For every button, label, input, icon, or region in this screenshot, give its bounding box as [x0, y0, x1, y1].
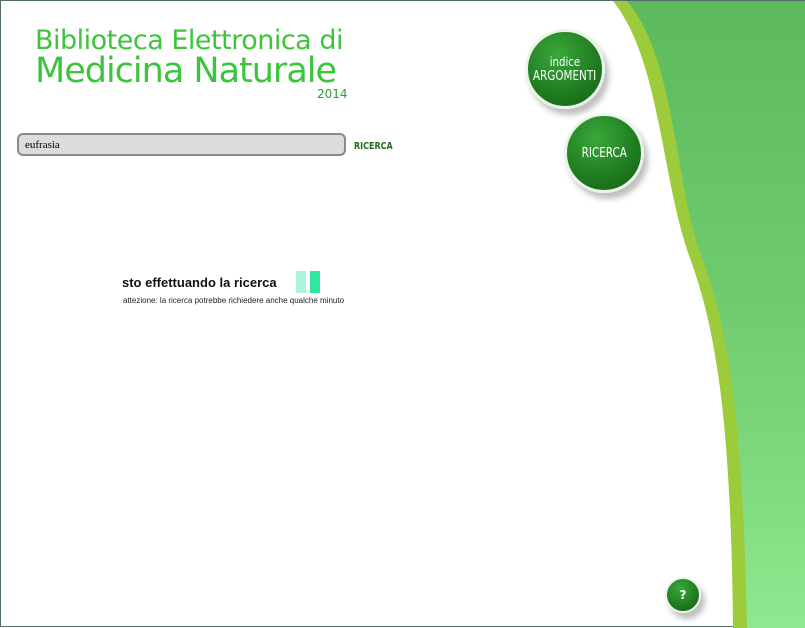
search-input[interactable] — [17, 133, 346, 156]
site-title-year: 2014 — [317, 87, 348, 101]
argomenti-label-line2: ARGOMENTI — [533, 68, 597, 84]
spinner-bar — [310, 271, 320, 293]
argomenti-label-line1: indice — [549, 54, 581, 69]
ricerca-label: RICERCA — [581, 145, 627, 161]
site-title-line2: Medicina Naturale — [35, 51, 337, 91]
status-title: sto effettuando la ricerca — [122, 275, 277, 290]
question-icon: ? — [679, 588, 687, 602]
status-note: attezione: la ricerca potrebbe richieder… — [123, 296, 345, 305]
ricerca-button[interactable]: RICERCA — [564, 113, 644, 193]
spinner-bar — [296, 271, 306, 293]
search-button[interactable]: RICERCA — [354, 141, 393, 152]
indice-argomenti-button[interactable]: indice ARGOMENTI — [525, 29, 605, 109]
decorative-green-curve — [613, 1, 805, 628]
help-button[interactable]: ? — [665, 577, 701, 613]
